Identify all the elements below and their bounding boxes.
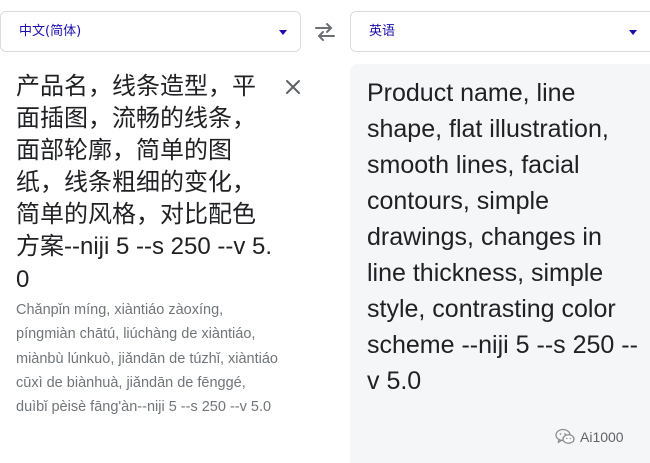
target-language-selector[interactable]: 英语 — [350, 11, 650, 52]
chevron-down-icon — [629, 30, 637, 35]
wechat-logo-icon — [555, 428, 575, 444]
source-romanization: Chǎnpǐn míng, xiàntiáo zàoxíng, píngmiàn… — [16, 302, 278, 416]
target-language-label: 英语 — [369, 24, 396, 39]
watermark-text: Ai1000 — [580, 429, 624, 445]
chevron-down-icon — [279, 30, 287, 35]
translation-text: Product name, line shape, flat illustrat… — [367, 79, 638, 395]
clear-icon[interactable] — [284, 78, 302, 96]
source-text: 产品名，线条造型，平面插图，流畅的线条，面部轮廓，简单的图纸，线条粗细的变化，简… — [16, 72, 256, 260]
swap-languages-icon[interactable] — [313, 21, 337, 43]
translation-panel: Product name, line shape, flat illustrat… — [350, 64, 650, 463]
source-language-selector[interactable]: 中文(简体) — [0, 11, 301, 52]
source-text-input[interactable]: 产品名，线条造型，平面插图，流畅的线条，面部轮廓，简单的图纸，线条粗细的变化，简… — [16, 70, 274, 296]
watermark: Ai1000 — [555, 427, 624, 447]
source-language-label: 中文(简体) — [19, 24, 82, 39]
translate-page: 中文(简体) 英语 产品名，线条造型，平面插图，流畅的线条，面部轮廓，简单的图纸… — [0, 0, 650, 463]
